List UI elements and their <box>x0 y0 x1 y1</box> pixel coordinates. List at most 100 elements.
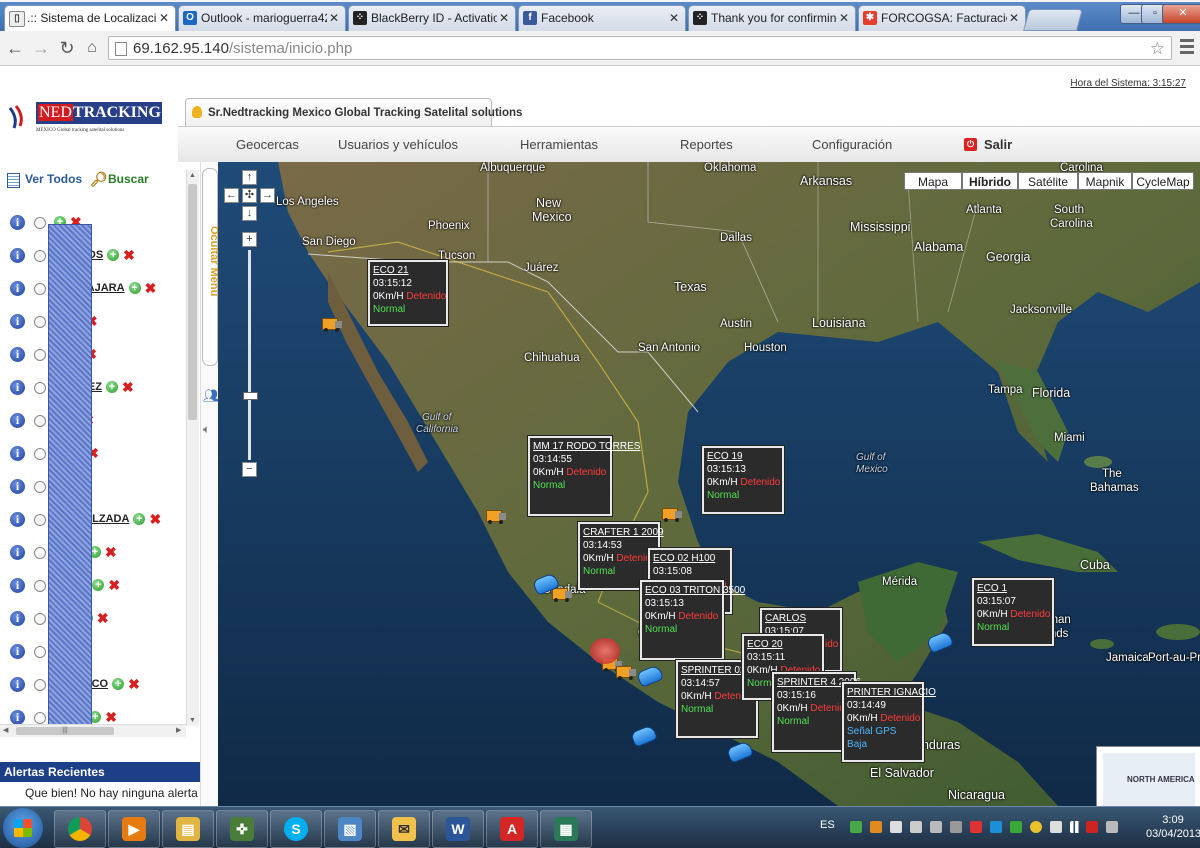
zoom-slider-handle[interactable] <box>243 392 258 400</box>
scroll-left-icon[interactable]: ◀ <box>3 726 8 734</box>
info-icon[interactable]: i <box>10 314 25 329</box>
tray-app-icon[interactable] <box>1010 821 1022 833</box>
map-type-cyclemap[interactable]: CycleMap <box>1132 172 1194 190</box>
vehicle-popup-title[interactable]: ECO 21 <box>373 264 443 277</box>
add-icon[interactable]: + <box>133 513 146 526</box>
add-icon[interactable]: + <box>92 579 105 592</box>
tray-app-icon[interactable] <box>870 821 882 833</box>
vehicle-popup-eco1[interactable]: ECO 1 03:15:07 0Km/H Detenido Normal <box>972 578 1054 646</box>
map-type-mapa[interactable]: Mapa <box>904 172 962 190</box>
vehicle-radio[interactable] <box>34 382 46 394</box>
add-icon[interactable]: + <box>105 381 118 394</box>
add-icon[interactable]: + <box>107 249 120 262</box>
browser-tab-outlook[interactable]: O Outlook - marioguerra42( ✕ <box>178 5 346 31</box>
info-icon[interactable]: i <box>10 446 25 461</box>
list-item[interactable]: iASTOR+✖ <box>0 571 188 604</box>
browser-tab-sistema[interactable]: ▯ .:: Sistema de Localización ✕ <box>4 5 176 31</box>
list-item[interactable]: iTesner+✖ <box>0 703 188 724</box>
tray-app-icon[interactable] <box>1050 821 1062 833</box>
scroll-thumb[interactable]: ||| <box>16 727 114 735</box>
list-item[interactable]: iJADALAJARA+✖ <box>0 274 188 307</box>
bookmark-star-icon[interactable]: ☆ <box>1150 37 1165 61</box>
scroll-right-icon[interactable]: ▶ <box>176 726 181 734</box>
list-item[interactable]: iAN+✖ <box>0 307 188 340</box>
close-icon[interactable]: ✕ <box>159 6 169 30</box>
vehicle-radio[interactable] <box>34 679 46 691</box>
menu-usuarios-vehiculos[interactable]: Usuarios y vehículos <box>338 127 458 163</box>
list-item[interactable]: iDE+✖ <box>0 340 188 373</box>
close-icon[interactable]: ✕ <box>669 6 679 30</box>
menu-herramientas[interactable]: Herramientas <box>520 127 598 163</box>
vehicle-radio[interactable] <box>34 283 46 295</box>
menu-reportes[interactable]: Reportes <box>680 127 733 163</box>
vehicle-popup-title[interactable]: ECO 02 H100 <box>653 552 727 565</box>
vehicle-radio[interactable] <box>34 712 46 724</box>
list-item[interactable]: iLIQUIDOS+✖ <box>0 241 188 274</box>
tray-app-icon[interactable] <box>950 821 962 833</box>
vehicle-popup-title[interactable]: ECO 03 TRITON 3500 <box>645 584 745 597</box>
tray-app-icon[interactable] <box>890 821 902 833</box>
info-icon[interactable]: i <box>10 710 25 724</box>
horizontal-scrollbar[interactable]: ◀ ||| ▶ <box>0 724 186 737</box>
info-icon[interactable]: i <box>10 380 25 395</box>
delete-icon[interactable]: ✖ <box>108 578 120 592</box>
new-tab-button[interactable] <box>1023 9 1083 31</box>
vehicle-popup-title[interactable]: CARLOS <box>765 612 837 625</box>
vehicle-popup-title[interactable]: MM 17 RODO TORRES <box>533 440 640 453</box>
delete-icon[interactable]: ✖ <box>105 545 117 559</box>
hide-menu-button[interactable]: Ocultar Menú <box>202 168 220 366</box>
menu-configuracion[interactable]: Configuración <box>812 127 892 163</box>
vehicle-popup-title[interactable]: ECO 19 <box>707 450 779 463</box>
search-button[interactable]: 🔎︎ Buscar <box>90 171 149 187</box>
taskbar-network[interactable]: ✜ <box>216 810 268 848</box>
vehicle-radio[interactable] <box>34 217 46 229</box>
speaker-icon[interactable]: 🔈︎ <box>203 422 210 437</box>
info-icon[interactable]: i <box>10 644 25 659</box>
info-icon[interactable]: i <box>10 413 25 428</box>
info-icon[interactable]: i <box>10 545 25 560</box>
vehicle-radio[interactable] <box>34 448 46 460</box>
list-item[interactable]: iurs+✖ <box>0 439 188 472</box>
vehicle-radio[interactable] <box>34 316 46 328</box>
map-type-mapnik[interactable]: Mapnik <box>1078 172 1132 190</box>
vehicle-radio[interactable] <box>34 415 46 427</box>
delete-icon[interactable]: ✖ <box>123 248 135 262</box>
browser-menu-icon[interactable] <box>1180 39 1194 57</box>
list-item[interactable]: iTIAGO+✖ <box>0 538 188 571</box>
scroll-up-icon[interactable]: ▲ <box>189 172 196 179</box>
taskbar-chrome[interactable] <box>54 810 106 848</box>
vehicle-popup-title[interactable]: CRAFTER 1 2009 <box>583 526 664 539</box>
list-item[interactable]: i+✖ <box>0 637 188 670</box>
pan-down-icon[interactable]: ↓ <box>242 206 257 221</box>
browser-tab-blackberry[interactable]: ⁘ BlackBerry ID - Activation ✕ <box>348 5 516 31</box>
vehicle-radio[interactable] <box>34 250 46 262</box>
vehicle-radio[interactable] <box>34 514 46 526</box>
taskbar-explorer[interactable]: ▤ <box>162 810 214 848</box>
info-icon[interactable]: i <box>10 347 25 362</box>
close-icon[interactable]: ✕ <box>499 6 509 30</box>
taskbar-acrobat[interactable]: A <box>486 810 538 848</box>
delete-icon[interactable]: ✖ <box>122 380 134 394</box>
delete-icon[interactable]: ✖ <box>105 710 117 724</box>
truck-marker[interactable] <box>662 508 682 522</box>
close-icon[interactable]: ✕ <box>1009 6 1019 30</box>
tray-app-icon[interactable] <box>930 821 942 833</box>
truck-marker[interactable] <box>322 318 342 332</box>
list-item[interactable]: iRIOS+✖ <box>0 604 188 637</box>
pan-up-icon[interactable]: ↑ <box>242 170 257 185</box>
list-item[interactable]: i+✖ <box>0 472 188 505</box>
list-item[interactable]: i31+✖ <box>0 406 188 439</box>
add-icon[interactable]: + <box>112 678 125 691</box>
vehicle-popup-title[interactable]: PRINTER IGNACIO <box>847 686 936 699</box>
close-icon[interactable]: ✕ <box>839 6 849 30</box>
scroll-down-icon[interactable]: ▼ <box>189 717 196 724</box>
forward-arrow-icon[interactable]: → <box>30 37 52 59</box>
vehicle-radio[interactable] <box>34 580 46 592</box>
start-button[interactable] <box>3 808 43 848</box>
reload-icon[interactable]: ↻ <box>56 37 78 59</box>
back-arrow-icon[interactable]: ← <box>4 37 26 59</box>
map-type-hibrido[interactable]: Híbrido <box>962 172 1018 190</box>
address-bar[interactable]: 69.162.95.140/sistema/inicio.php ☆ <box>108 36 1172 60</box>
vehicle-popup-title[interactable]: SPRINTER 4 2006 <box>777 676 861 689</box>
tray-app-icon[interactable] <box>1030 821 1042 833</box>
